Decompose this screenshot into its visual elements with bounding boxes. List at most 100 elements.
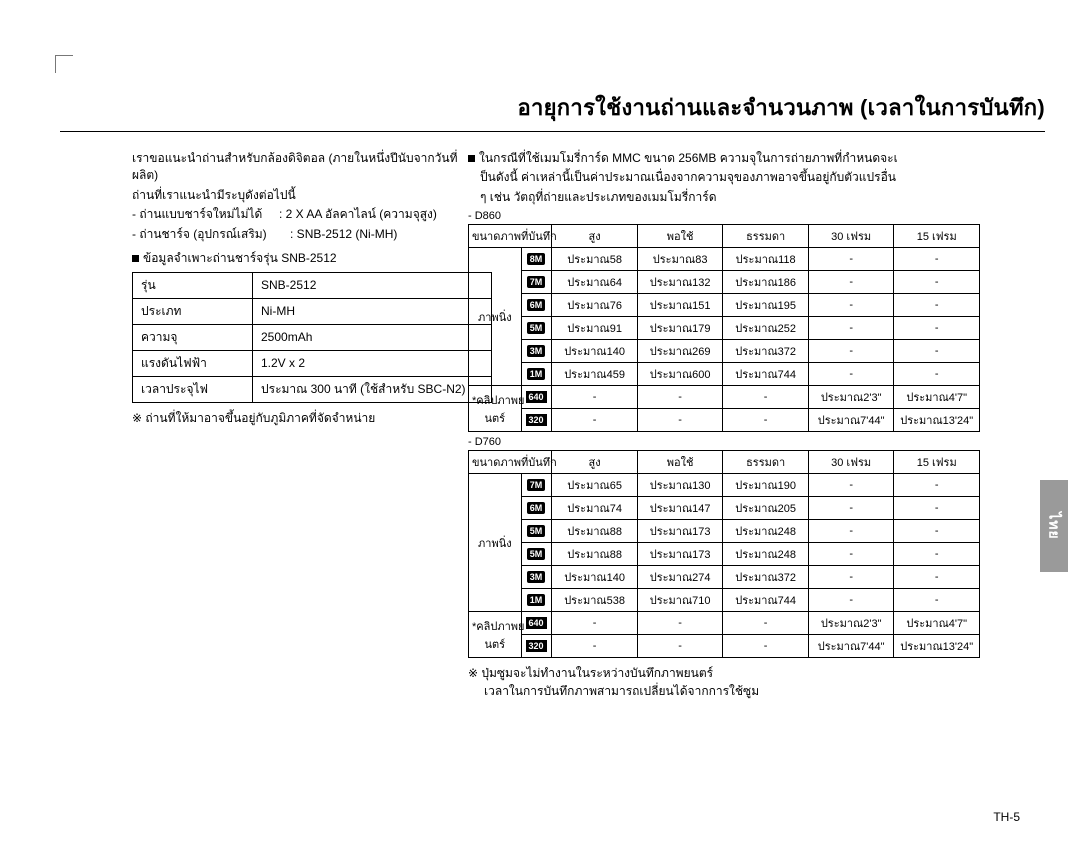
data-cell: ประมาณ88 [552, 520, 638, 543]
data-cell: ประมาณ2'3" [808, 386, 894, 409]
data-cell: - [723, 635, 809, 658]
language-tab: ไทย [1040, 480, 1068, 572]
data-cell: ประมาณ186 [723, 271, 809, 294]
data-cell: ประมาณ83 [637, 248, 723, 271]
hdr-normal: พอใช้ [637, 451, 723, 474]
spec-label: เวลาประจุไฟ [133, 376, 253, 402]
spec-label: ประเภท [133, 298, 253, 324]
data-cell: - [894, 566, 980, 589]
table-row: 5Mประมาณ91ประมาณ179ประมาณ252-- [469, 317, 980, 340]
data-cell: ประมาณ2'3" [808, 612, 894, 635]
size-icon-cell: 3M [521, 566, 552, 589]
hdr-normal: พอใช้ [637, 225, 723, 248]
mmc-line-2: ป็นดังนี้ ค่าเหล่านี้เป็นค่าประมาณเนื่อง… [468, 169, 1000, 186]
model-d860-label: - D860 [468, 210, 1000, 222]
data-cell: ประมาณ538 [552, 589, 638, 612]
data-cell: - [894, 589, 980, 612]
size-icon-cell: 1M [521, 363, 552, 386]
data-cell: - [808, 589, 894, 612]
hdr-15fps: 15 เฟรม [894, 451, 980, 474]
megapixel-badge-icon: 6M [527, 502, 545, 514]
size-icon-cell: 5M [521, 520, 552, 543]
size-icon-cell: 7M [521, 271, 552, 294]
intro-line-2: ถ่านที่เราแนะนำมีระบุดังต่อไปนี้ [132, 187, 460, 204]
left-column: เราขอแนะนำถ่านสำหรับกล้องดิจิตอล (ภายในห… [60, 150, 460, 700]
hdr-30fps: 30 เฟรม [808, 451, 894, 474]
size-icon-cell: 1M [521, 589, 552, 612]
table-row: 320---ประมาณ7'44"ประมาณ13'24" [469, 635, 980, 658]
size-icon-cell: 640 [521, 386, 552, 409]
size-icon-cell: 7M [521, 474, 552, 497]
data-cell: ประมาณ130 [637, 474, 723, 497]
data-cell: ประมาณ600 [637, 363, 723, 386]
page-content: อายุการใช้งานถ่านและจำนวนภาพ (เวลาในการบ… [60, 30, 1060, 804]
data-cell: ประมาณ91 [552, 317, 638, 340]
table-row: 3Mประมาณ140ประมาณ269ประมาณ372-- [469, 340, 980, 363]
data-cell: - [808, 566, 894, 589]
size-icon-cell: 640 [521, 612, 552, 635]
data-cell: ประมาณ88 [552, 543, 638, 566]
megapixel-badge-icon: 7M [527, 479, 545, 491]
hdr-size: ขนาดภาพที่บันทึก [469, 451, 552, 474]
spec-header: ข้อมูลจำเพาะถ่านชาร์จรุ่น SNB-2512 [132, 249, 460, 268]
data-cell: ประมาณ274 [637, 566, 723, 589]
data-cell: ประมาณ7'44" [808, 635, 894, 658]
data-cell: - [552, 612, 638, 635]
table-row: 5Mประมาณ88ประมาณ173ประมาณ248-- [469, 520, 980, 543]
region-note: ※ ถ่านที่ให้มาอาจขึ้นอยู่กับภูมิภาคที่จั… [132, 409, 460, 428]
table-row: *คลิปภาพยนตร์640---ประมาณ2'3"ประมาณ4'7" [469, 386, 980, 409]
data-cell: ประมาณ205 [723, 497, 809, 520]
table-row: แรงดันไฟฟ้า1.2V x 2 [133, 350, 492, 376]
data-cell: - [894, 543, 980, 566]
still-image-label: ภาพนิ่ง [469, 474, 522, 612]
hdr-low: ธรรมดา [723, 225, 809, 248]
data-cell: - [552, 409, 638, 432]
megapixel-badge-icon: 6M [527, 299, 545, 311]
data-cell: - [637, 612, 723, 635]
spec-label: รุ่น [133, 272, 253, 298]
resolution-badge-icon: 320 [526, 640, 546, 652]
data-cell: ประมาณ4'7" [894, 386, 980, 409]
data-cell: ประมาณ744 [723, 589, 809, 612]
data-cell: ประมาณ13'24" [894, 635, 980, 658]
intro-line-1: เราขอแนะนำถ่านสำหรับกล้องดิจิตอล (ภายในห… [132, 150, 460, 185]
hdr-high: สูง [552, 451, 638, 474]
data-cell: - [808, 520, 894, 543]
spec-value: ประมาณ 300 นาที (ใช้สำหรับ SBC-N2) [253, 376, 492, 402]
data-cell: - [808, 271, 894, 294]
data-cell: - [723, 612, 809, 635]
title-rule [60, 131, 1045, 132]
data-cell: ประมาณ173 [637, 543, 723, 566]
hdr-15fps: 15 เฟรม [894, 225, 980, 248]
size-icon-cell: 320 [521, 635, 552, 658]
movie-clip-label: *คลิปภาพยนตร์ [469, 386, 522, 432]
resolution-badge-icon: 640 [526, 617, 546, 629]
mmc-line-3: ๆ เช่น วัตถุที่ถ่ายและประเภทของเมมโมรี่ก… [468, 189, 1000, 206]
data-cell: ประมาณ190 [723, 474, 809, 497]
data-cell: ประมาณ252 [723, 317, 809, 340]
table-row: ภาพนิ่ง7Mประมาณ65ประมาณ130ประมาณ190-- [469, 474, 980, 497]
battery-1-value: : 2 X AA อัลคาไลน์ (ความจุสูง) [279, 207, 437, 221]
hdr-high: สูง [552, 225, 638, 248]
data-cell: - [808, 294, 894, 317]
data-cell: - [552, 386, 638, 409]
data-cell: - [894, 497, 980, 520]
battery-line-2: - ถ่านชาร์จ (อุปกรณ์เสริม) : SNB-2512 (N… [132, 226, 460, 243]
megapixel-badge-icon: 8M [527, 253, 545, 265]
data-cell: ประมาณ64 [552, 271, 638, 294]
data-cell: ประมาณ140 [552, 566, 638, 589]
data-cell: - [808, 340, 894, 363]
movie-clip-label: *คลิปภาพยนตร์ [469, 612, 522, 658]
table-row: 320---ประมาณ7'44"ประมาณ13'24" [469, 409, 980, 432]
table-header-row: ขนาดภาพที่บันทึก สูง พอใช้ ธรรมดา 30 เฟร… [469, 225, 980, 248]
data-cell: ประมาณ372 [723, 566, 809, 589]
data-cell: ประมาณ140 [552, 340, 638, 363]
mmc-intro: ในกรณีที่ใช้เมมโมรี่การ์ด MMC ขนาด 256MB… [468, 150, 1000, 167]
data-cell: - [637, 386, 723, 409]
table-header-row: ขนาดภาพที่บันทึก สูง พอใช้ ธรรมดา 30 เฟร… [469, 451, 980, 474]
megapixel-badge-icon: 1M [527, 368, 545, 380]
data-cell: - [808, 248, 894, 271]
data-cell: - [637, 409, 723, 432]
spec-label: แรงดันไฟฟ้า [133, 350, 253, 376]
zoom-note-2: เวลาในการบันทึกภาพสามารถเปลี่ยนได้จากการ… [468, 682, 1000, 700]
